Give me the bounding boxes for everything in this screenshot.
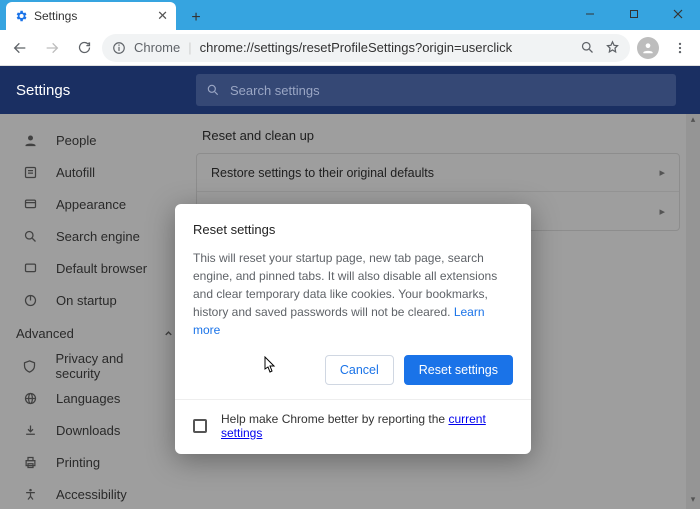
maximize-button[interactable] [612,0,656,28]
help-text-label: Help make Chrome better by reporting the [221,412,448,426]
browser-toolbar: Chrome | chrome://settings/resetProfileS… [0,30,700,66]
gear-icon [14,9,28,23]
dialog-body-text: This will reset your startup page, new t… [193,251,497,319]
url-separator: | [188,40,191,55]
new-tab-button[interactable]: + [184,6,208,30]
settings-title: Settings [16,82,176,99]
tab-title: Settings [34,9,77,23]
dialog-actions: Cancel Reset settings [193,355,513,385]
avatar-icon [637,37,659,59]
help-checkbox[interactable] [193,419,207,433]
dialog-help-row: Help make Chrome better by reporting the… [193,412,513,440]
profile-button[interactable] [634,34,662,62]
help-text: Help make Chrome better by reporting the… [221,412,513,440]
tab-strip: Settings ✕ + [0,0,208,30]
search-icon [206,83,220,97]
search-placeholder: Search settings [230,83,320,98]
url-text: chrome://settings/resetProfileSettings?o… [200,40,513,55]
menu-button[interactable] [666,34,694,62]
dialog-title: Reset settings [193,222,513,237]
cancel-button[interactable]: Cancel [325,355,394,385]
forward-button[interactable] [38,34,66,62]
browser-tab[interactable]: Settings ✕ [6,2,176,30]
back-button[interactable] [6,34,34,62]
cancel-label: Cancel [340,363,379,377]
minimize-button[interactable] [568,0,612,28]
reset-settings-button[interactable]: Reset settings [404,355,513,385]
window-titlebar: Settings ✕ + [0,0,700,30]
cursor-icon [259,356,277,376]
reload-button[interactable] [70,34,98,62]
bookmark-star-icon[interactable] [605,40,620,55]
dialog-body: This will reset your startup page, new t… [193,249,513,339]
search-settings-input[interactable]: Search settings [196,74,676,106]
zoom-icon[interactable] [580,40,595,55]
tab-close-icon[interactable]: ✕ [157,8,168,24]
dialog-separator [175,399,531,400]
window-controls [568,0,700,28]
close-window-button[interactable] [656,0,700,28]
address-bar[interactable]: Chrome | chrome://settings/resetProfileS… [102,34,630,62]
confirm-label: Reset settings [419,363,498,377]
reset-settings-dialog: Reset settings This will reset your star… [175,204,531,454]
settings-header: Settings Search settings [0,66,700,114]
site-info-icon[interactable] [112,41,126,55]
url-scheme-label: Chrome [134,40,180,55]
